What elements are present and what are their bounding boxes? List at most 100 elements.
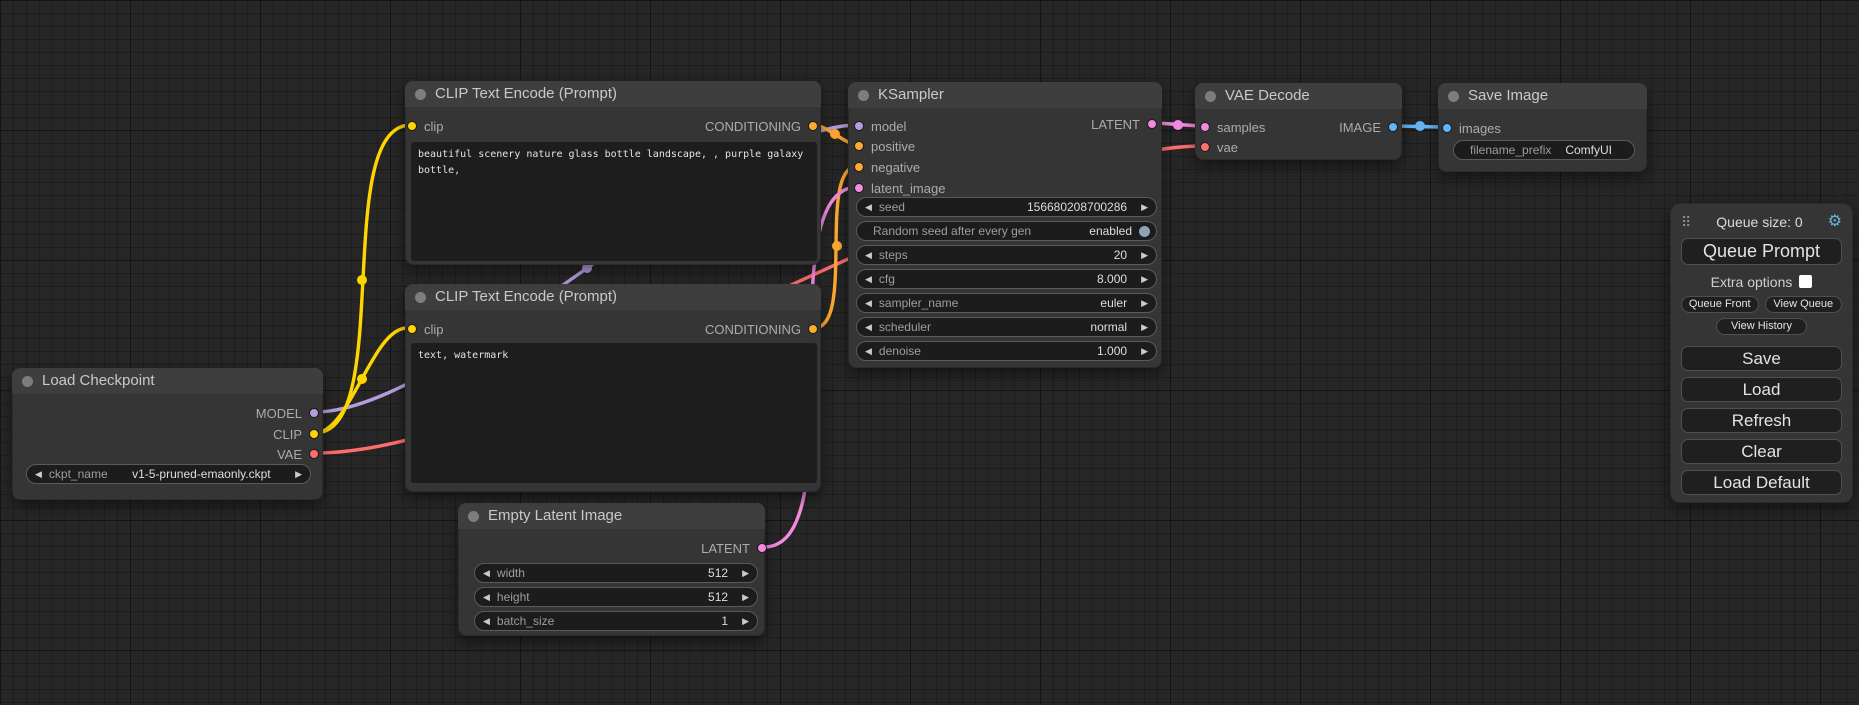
node-title-bar[interactable]: Load Checkpoint [12, 368, 323, 394]
collapse-dot-icon[interactable] [415, 89, 426, 100]
output-clip[interactable]: CLIP [273, 428, 319, 440]
output-image[interactable]: IMAGE [1339, 121, 1398, 133]
node-save-image[interactable]: Save Image images filename_prefix ComfyU… [1438, 83, 1647, 172]
increment-arrow-icon[interactable]: ▶ [1141, 323, 1148, 332]
collapse-dot-icon[interactable] [468, 511, 479, 522]
prompt-textarea-positive[interactable]: beautiful scenery nature glass bottle la… [411, 142, 817, 261]
widget-random-seed-toggle[interactable]: Random seed after every gen enabled [856, 221, 1157, 241]
collapse-dot-icon[interactable] [1205, 91, 1216, 102]
image-port-dot[interactable] [1442, 123, 1452, 133]
view-history-button[interactable]: View History [1716, 318, 1807, 335]
input-model[interactable]: model [854, 120, 906, 132]
node-vae-decode[interactable]: VAE Decode samples vae IMAGE [1195, 83, 1402, 160]
conditioning-port-dot[interactable] [808, 324, 818, 334]
save-button[interactable]: Save [1681, 346, 1842, 371]
clip-port-dot[interactable] [407, 324, 417, 334]
widget-batch-size[interactable]: ◀ batch_size 1 ▶ [474, 611, 758, 631]
output-conditioning[interactable]: CONDITIONING [705, 323, 818, 335]
input-clip[interactable]: clip [407, 323, 444, 335]
conditioning-port-dot[interactable] [854, 141, 864, 151]
output-vae[interactable]: VAE [277, 448, 319, 460]
input-samples[interactable]: samples [1200, 121, 1265, 133]
input-latent-image[interactable]: latent_image [854, 182, 945, 194]
node-title-bar[interactable]: KSampler [848, 82, 1162, 108]
node-title-bar[interactable]: Save Image [1438, 83, 1647, 109]
latent-port-dot[interactable] [1200, 122, 1210, 132]
latent-port-dot[interactable] [757, 543, 767, 553]
node-title-bar[interactable]: VAE Decode [1195, 83, 1402, 109]
decrement-arrow-icon[interactable]: ◀ [865, 203, 872, 212]
increment-arrow-icon[interactable]: ▶ [742, 569, 749, 578]
graph-canvas[interactable]: Load Checkpoint MODEL CLIP VAE ◀ ckpt_na… [0, 0, 1859, 705]
model-port-dot[interactable] [309, 408, 319, 418]
output-latent[interactable]: LATENT [701, 542, 767, 554]
settings-gear-icon[interactable]: ⚙ [1828, 214, 1842, 230]
vae-port-dot[interactable] [1200, 142, 1210, 152]
conditioning-port-dot[interactable] [854, 162, 864, 172]
node-clip-text-encode-negative[interactable]: CLIP Text Encode (Prompt) clip CONDITION… [405, 284, 821, 492]
widget-sampler-name[interactable]: ◀ sampler_name euler ▶ [856, 293, 1157, 313]
node-title-bar[interactable]: Empty Latent Image [458, 503, 765, 529]
clear-button[interactable]: Clear [1681, 439, 1842, 464]
control-menu-panel[interactable]: ⠿ Queue size: 0 ⚙ Queue Prompt Extra opt… [1670, 203, 1853, 503]
increment-arrow-icon[interactable]: ▶ [742, 593, 749, 602]
clip-port-dot[interactable] [309, 429, 319, 439]
widget-width[interactable]: ◀ width 512 ▶ [474, 563, 758, 583]
node-ksampler[interactable]: KSampler model positive negative latent_… [848, 82, 1162, 368]
collapse-dot-icon[interactable] [1448, 91, 1459, 102]
node-title-bar[interactable]: CLIP Text Encode (Prompt) [405, 284, 821, 310]
widget-ckpt-name[interactable]: ◀ ckpt_name v1-5-pruned-emaonly.ckpt ▶ [26, 464, 311, 484]
increment-arrow-icon[interactable]: ▶ [742, 617, 749, 626]
prompt-textarea-negative[interactable]: text, watermark [411, 343, 817, 483]
increment-arrow-icon[interactable]: ▶ [1141, 347, 1148, 356]
decrement-arrow-icon[interactable]: ◀ [35, 470, 42, 479]
extra-options-checkbox[interactable] [1799, 275, 1812, 288]
input-positive[interactable]: positive [854, 140, 915, 152]
collapse-dot-icon[interactable] [415, 292, 426, 303]
increment-arrow-icon[interactable]: ▶ [1141, 299, 1148, 308]
output-model[interactable]: MODEL [256, 407, 319, 419]
decrement-arrow-icon[interactable]: ◀ [483, 617, 490, 626]
latent-port-dot[interactable] [854, 183, 864, 193]
queue-front-button[interactable]: Queue Front [1681, 296, 1759, 313]
output-conditioning[interactable]: CONDITIONING [705, 120, 818, 132]
decrement-arrow-icon[interactable]: ◀ [483, 593, 490, 602]
increment-arrow-icon[interactable]: ▶ [1141, 275, 1148, 284]
input-negative[interactable]: negative [854, 161, 920, 173]
node-load-checkpoint[interactable]: Load Checkpoint MODEL CLIP VAE ◀ ckpt_na… [12, 368, 323, 500]
widget-cfg[interactable]: ◀ cfg 8.000 ▶ [856, 269, 1157, 289]
node-clip-text-encode-positive[interactable]: CLIP Text Encode (Prompt) clip CONDITION… [405, 81, 821, 265]
widget-filename-prefix[interactable]: filename_prefix ComfyUI [1453, 140, 1635, 160]
toggle-knob-icon[interactable] [1138, 225, 1151, 238]
increment-arrow-icon[interactable]: ▶ [1141, 203, 1148, 212]
decrement-arrow-icon[interactable]: ◀ [865, 323, 872, 332]
conditioning-port-dot[interactable] [808, 121, 818, 131]
queue-prompt-button[interactable]: Queue Prompt [1681, 238, 1842, 265]
latent-port-dot[interactable] [1147, 119, 1157, 129]
drag-handle-icon[interactable]: ⠿ [1681, 214, 1691, 231]
model-port-dot[interactable] [854, 121, 864, 131]
collapse-dot-icon[interactable] [22, 376, 33, 387]
load-default-button[interactable]: Load Default [1681, 470, 1842, 495]
widget-height[interactable]: ◀ height 512 ▶ [474, 587, 758, 607]
decrement-arrow-icon[interactable]: ◀ [865, 251, 872, 260]
input-clip[interactable]: clip [407, 120, 444, 132]
widget-denoise[interactable]: ◀ denoise 1.000 ▶ [856, 341, 1157, 361]
collapse-dot-icon[interactable] [858, 90, 869, 101]
decrement-arrow-icon[interactable]: ◀ [865, 299, 872, 308]
node-title-bar[interactable]: CLIP Text Encode (Prompt) [405, 81, 821, 107]
vae-port-dot[interactable] [309, 449, 319, 459]
increment-arrow-icon[interactable]: ▶ [295, 470, 302, 479]
node-empty-latent-image[interactable]: Empty Latent Image LATENT ◀ width 512 ▶ … [458, 503, 765, 636]
output-latent[interactable]: LATENT [1091, 118, 1157, 130]
input-images[interactable]: images [1442, 122, 1501, 134]
widget-scheduler[interactable]: ◀ scheduler normal ▶ [856, 317, 1157, 337]
decrement-arrow-icon[interactable]: ◀ [483, 569, 490, 578]
decrement-arrow-icon[interactable]: ◀ [865, 275, 872, 284]
load-button[interactable]: Load [1681, 377, 1842, 402]
widget-steps[interactable]: ◀ steps 20 ▶ [856, 245, 1157, 265]
image-port-dot[interactable] [1388, 122, 1398, 132]
increment-arrow-icon[interactable]: ▶ [1141, 251, 1148, 260]
widget-seed[interactable]: ◀ seed 156680208700286 ▶ [856, 197, 1157, 217]
decrement-arrow-icon[interactable]: ◀ [865, 347, 872, 356]
